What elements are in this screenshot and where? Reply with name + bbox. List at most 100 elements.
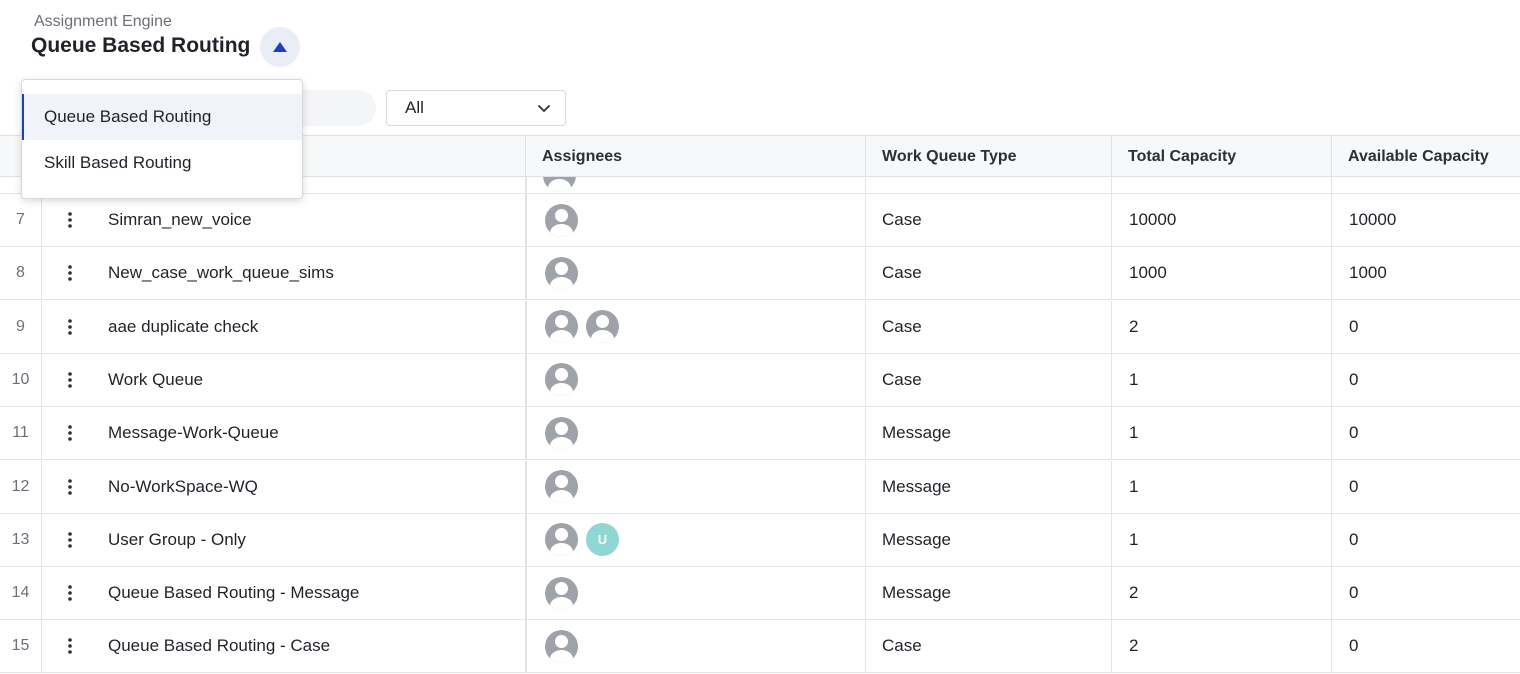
- dropdown-item-queue-based-routing[interactable]: Queue Based Routing: [22, 94, 302, 140]
- table-row[interactable]: 15 Queue Based Routing - Case Case 2 0: [0, 620, 1520, 674]
- available-capacity: 0: [1331, 353, 1520, 406]
- user-avatar-icon[interactable]: [545, 203, 578, 237]
- kebab-menu-icon: [68, 531, 72, 548]
- work-queue-name[interactable]: Work Queue: [108, 354, 518, 406]
- available-capacity: 0: [1331, 567, 1520, 620]
- work-queue-type: Message: [865, 460, 1111, 513]
- total-capacity: 2: [1111, 567, 1331, 620]
- column-header-assignees[interactable]: Assignees: [525, 136, 865, 177]
- assignees-cell: [525, 407, 865, 460]
- total-capacity: 1: [1111, 460, 1331, 513]
- assignees-cell: [525, 247, 865, 300]
- available-capacity: 1000: [1331, 247, 1520, 300]
- work-queue-name[interactable]: User Group - Only: [108, 514, 518, 566]
- row-actions-button[interactable]: [50, 301, 90, 353]
- table-row[interactable]: 9 aae duplicate check Case 2 0: [0, 300, 1520, 354]
- assignees-cell: [525, 300, 865, 353]
- column-header-total-capacity[interactable]: Total Capacity: [1111, 136, 1331, 177]
- user-avatar-icon[interactable]: [545, 310, 578, 344]
- page-header: Assignment Engine Queue Based Routing: [0, 0, 1520, 80]
- user-avatar-icon[interactable]: [545, 629, 578, 663]
- assignees-cell: U: [525, 513, 865, 566]
- work-queue-name[interactable]: Queue Based Routing - Message: [108, 567, 518, 619]
- routing-dropdown-toggle[interactable]: [260, 27, 300, 67]
- row-index: 14: [0, 567, 42, 620]
- queue-type-select[interactable]: All: [386, 90, 566, 126]
- assignees-cell: [525, 353, 865, 406]
- row-index: 10: [0, 353, 42, 406]
- work-queue-type: Case: [865, 353, 1111, 406]
- total-capacity: 2: [1111, 300, 1331, 353]
- work-queue-name[interactable]: Queue Based Routing - Case: [108, 620, 518, 672]
- user-avatar-icon[interactable]: [545, 576, 578, 610]
- available-capacity: 10000: [1331, 194, 1520, 246]
- assignees-cell: [525, 620, 865, 673]
- total-capacity: 1000: [1111, 247, 1331, 300]
- row-actions-button[interactable]: [50, 194, 90, 246]
- user-avatar-icon[interactable]: [545, 416, 578, 450]
- user-avatar-icon[interactable]: [545, 256, 578, 290]
- work-queue-name[interactable]: New_case_work_queue_sims: [108, 247, 518, 299]
- work-queue-name[interactable]: Message-Work-Queue: [108, 407, 518, 459]
- user-group-avatar[interactable]: U: [586, 523, 619, 557]
- table-row[interactable]: 8 New_case_work_queue_sims Case 1000 1000: [0, 247, 1520, 301]
- page-title[interactable]: Queue Based Routing: [31, 34, 257, 58]
- row-index: 13: [0, 513, 42, 566]
- row-actions-button[interactable]: [50, 247, 90, 299]
- total-capacity: 1: [1111, 407, 1331, 460]
- work-queue-type: Case: [865, 300, 1111, 353]
- user-avatar-icon[interactable]: [545, 363, 578, 397]
- row-actions-button[interactable]: [50, 461, 90, 513]
- total-capacity: 10000: [1111, 194, 1331, 246]
- total-capacity: 1: [1111, 353, 1331, 406]
- table-row[interactable]: 11 Message-Work-Queue Message 1 0: [0, 407, 1520, 461]
- row-index: 8: [0, 247, 42, 300]
- work-queue-type: Case: [865, 247, 1111, 300]
- table-row[interactable]: 12 No-WorkSpace-WQ Message 1 0: [0, 460, 1520, 514]
- table-row[interactable]: 13 User Group - Only U Message 1 0: [0, 513, 1520, 567]
- kebab-menu-icon: [68, 265, 72, 282]
- row-actions-button[interactable]: [50, 407, 90, 459]
- available-capacity: 0: [1331, 407, 1520, 460]
- triangle-up-icon: [273, 42, 287, 52]
- table-row[interactable]: 14 Queue Based Routing - Message Message 2 0: [0, 567, 1520, 621]
- user-avatar-icon[interactable]: [545, 523, 578, 557]
- kebab-menu-icon: [68, 638, 72, 655]
- row-actions-button[interactable]: [50, 354, 90, 406]
- work-queue-type: Case: [865, 620, 1111, 673]
- kebab-menu-icon: [68, 372, 72, 388]
- work-queue-type: Message: [865, 407, 1111, 460]
- cell-separator: [865, 177, 866, 193]
- column-header-work-queue-type[interactable]: Work Queue Type: [865, 136, 1111, 177]
- kebab-menu-icon: [68, 425, 72, 441]
- work-queue-name[interactable]: Simran_new_voice: [108, 194, 518, 246]
- row-actions-button[interactable]: [50, 514, 90, 566]
- row-index: 7: [0, 194, 42, 246]
- user-avatar-icon[interactable]: [545, 470, 578, 503]
- available-capacity: 0: [1331, 460, 1520, 513]
- chevron-down-icon: [538, 104, 550, 112]
- assignees-cell: [525, 567, 865, 620]
- user-avatar-icon[interactable]: [586, 310, 619, 344]
- table-row[interactable]: 7 Simran_new_voice Case 10000 10000: [0, 194, 1520, 247]
- dropdown-item-skill-based-routing[interactable]: Skill Based Routing: [22, 140, 302, 186]
- available-capacity: 0: [1331, 513, 1520, 566]
- row-index: 12: [0, 460, 42, 513]
- row-actions-button[interactable]: [50, 620, 90, 672]
- select-value: All: [405, 98, 424, 117]
- row-actions-button[interactable]: [50, 567, 90, 619]
- work-queue-type: Message: [865, 567, 1111, 620]
- work-queue-name[interactable]: No-WorkSpace-WQ: [108, 461, 518, 513]
- row-index: 11: [0, 407, 42, 460]
- page-subtitle: Assignment Engine: [34, 13, 172, 30]
- cell-separator: [1111, 177, 1112, 193]
- column-header-available-capacity[interactable]: Available Capacity: [1331, 136, 1520, 177]
- kebab-menu-icon: [68, 212, 72, 228]
- total-capacity: 2: [1111, 620, 1331, 673]
- cell-separator: [1331, 177, 1332, 193]
- available-capacity: 0: [1331, 300, 1520, 353]
- work-queue-name[interactable]: aae duplicate check: [108, 301, 518, 353]
- table-row[interactable]: 10 Work Queue Case 1 0: [0, 353, 1520, 407]
- assignees-cell: [525, 194, 865, 246]
- user-avatar-icon: [543, 177, 576, 192]
